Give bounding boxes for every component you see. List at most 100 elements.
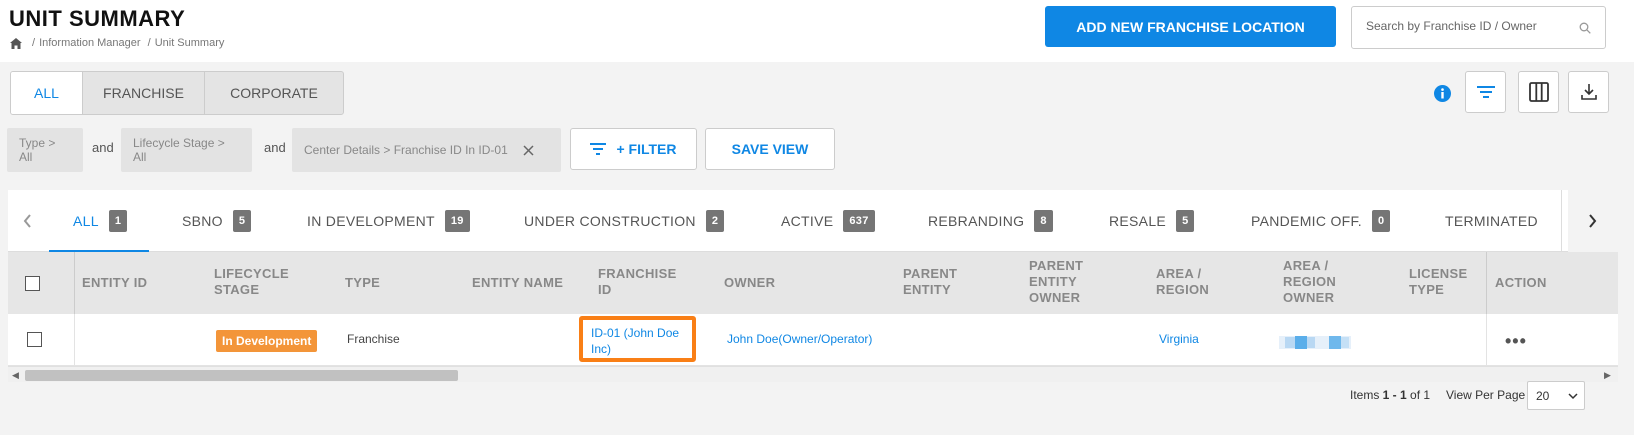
type-cell: Franchise — [347, 332, 400, 346]
franchise-id-link[interactable]: ID-01 (John Doe Inc) — [579, 316, 696, 362]
tab-count: 1 — [108, 210, 128, 232]
info-icon[interactable] — [1434, 85, 1451, 102]
lifecycle-stage-badge: In Development — [216, 330, 318, 352]
tab-terminated[interactable]: TERMINATED — [1445, 190, 1538, 252]
filter-chip-franchise-id-label: Center Details > Franchise ID In ID-01 — [304, 143, 508, 157]
tab-under-construction[interactable]: UNDER CONSTRUCTION 2 — [524, 190, 725, 252]
add-filter-label: + FILTER — [616, 141, 677, 157]
tab-count: 5 — [232, 210, 252, 232]
column-header-area-region-owner[interactable]: AREA / REGION OWNER — [1283, 258, 1353, 306]
filter-chip-lifecycle-stage[interactable]: Lifecycle Stage > All — [121, 128, 252, 172]
table-header: ENTITY ID LIFECYCLE STAGE TYPE ENTITY NA… — [8, 252, 1618, 314]
tab-label: TERMINATED — [1445, 213, 1538, 229]
row-action-menu-button[interactable]: ••• — [1505, 331, 1527, 352]
search-icon[interactable] — [1579, 22, 1591, 34]
breadcrumb-item-information-manager[interactable]: Information Manager — [39, 37, 141, 49]
column-header-entity-name[interactable]: ENTITY NAME — [472, 275, 563, 291]
unit-summary-table: ENTITY ID LIFECYCLE STAGE TYPE ENTITY NA… — [8, 252, 1618, 382]
tab-label: RESALE — [1109, 213, 1167, 229]
segment-corporate[interactable]: CORPORATE — [205, 72, 343, 114]
view-per-page-label: View Per Page — [1446, 388, 1526, 402]
tab-pandemic-off[interactable]: PANDEMIC OFF. 0 — [1251, 190, 1391, 252]
column-header-area-region[interactable]: AREA / REGION — [1156, 266, 1226, 298]
tab-count: 19 — [444, 210, 470, 232]
home-icon[interactable] — [10, 37, 22, 49]
add-new-franchise-location-button[interactable]: ADD NEW FRANCHISE LOCATION — [1045, 6, 1336, 47]
tabs-divider — [1561, 190, 1562, 252]
table-row[interactable]: In Development Franchise ID-01 (John Doe… — [8, 314, 1618, 366]
chevron-right-icon — [1588, 214, 1596, 228]
column-header-parent-entity[interactable]: PARENT ENTITY — [903, 266, 973, 298]
columns-icon — [1528, 82, 1549, 102]
column-header-entity-id[interactable]: ENTITY ID — [82, 275, 147, 291]
column-header-parent-entity-owner[interactable]: PARENT ENTITY OWNER — [1029, 258, 1099, 306]
tab-label: UNDER CONSTRUCTION — [524, 213, 696, 229]
select-all-checkbox[interactable] — [25, 276, 40, 291]
tab-all[interactable]: ALL 1 — [48, 190, 150, 252]
filter-icon — [1476, 86, 1495, 98]
close-icon[interactable] — [523, 144, 534, 156]
breadcrumb: / Information Manager / Unit Summary — [10, 37, 224, 49]
tab-rebranding[interactable]: REBRANDING 8 — [928, 190, 1053, 252]
tab-label: IN DEVELOPMENT — [307, 213, 435, 229]
download-icon — [1580, 84, 1597, 100]
tab-count: 5 — [1176, 210, 1195, 232]
scrollbar-thumb[interactable] — [25, 370, 458, 381]
and-label: and — [92, 140, 114, 155]
view-per-page-select[interactable]: 20 — [1527, 381, 1585, 410]
tab-label: REBRANDING — [928, 213, 1025, 229]
items-prefix: Items — [1350, 388, 1383, 402]
column-header-action: ACTION — [1495, 275, 1547, 290]
area-region-link[interactable]: Virginia — [1159, 332, 1199, 346]
filter-toggle-button[interactable] — [1465, 71, 1506, 113]
columns-button[interactable] — [1518, 71, 1559, 113]
filter-chip-type[interactable]: Type > All — [7, 128, 83, 172]
tab-label: SBNO — [182, 213, 223, 229]
column-divider — [74, 252, 75, 314]
tab-sbno[interactable]: SBNO 5 — [182, 190, 252, 252]
pagination-items-label: Items 1 - 1 of 1 — [1350, 388, 1430, 402]
column-header-type[interactable]: TYPE — [345, 275, 380, 291]
tab-count: 637 — [843, 210, 875, 232]
owner-link[interactable]: John Doe(Owner/Operator) — [727, 332, 872, 346]
column-header-lifecycle-stage[interactable]: LIFECYCLE STAGE — [214, 266, 304, 298]
column-header-franchise-id[interactable]: FRANCHISE ID — [598, 266, 688, 298]
page-title: UNIT SUMMARY — [9, 6, 186, 31]
view-per-page-value: 20 — [1536, 388, 1550, 403]
lifecycle-tabs: ALL 1 SBNO 5 IN DEVELOPMENT 19 UNDER CONSTR… — [8, 190, 1596, 252]
row-checkbox[interactable] — [27, 332, 42, 347]
tab-active[interactable]: ACTIVE 637 — [781, 190, 875, 252]
items-range: 1 - 1 — [1382, 388, 1407, 402]
scroll-right-icon[interactable]: ▶ — [1604, 370, 1611, 381]
column-header-license-type[interactable]: LICENSE TYPE — [1409, 266, 1479, 298]
tabs-scroll-right-button[interactable] — [1573, 190, 1611, 252]
tabs-scroll-left-button[interactable] — [8, 190, 46, 252]
filter-chip-franchise-id[interactable]: Center Details > Franchise ID In ID-01 — [292, 128, 561, 172]
tab-in-development[interactable]: IN DEVELOPMENT 19 — [307, 190, 470, 252]
segment-franchise[interactable]: FRANCHISE — [83, 72, 205, 114]
blurred-area-region-owner — [1279, 336, 1351, 349]
search-box — [1351, 6, 1606, 49]
items-suffix: of 1 — [1406, 388, 1431, 402]
chevron-left-icon — [23, 214, 31, 228]
tab-label: ALL — [73, 213, 99, 229]
column-divider — [1486, 252, 1487, 314]
segment-all[interactable]: ALL — [11, 72, 83, 114]
column-header-owner[interactable]: OWNER — [724, 275, 775, 291]
download-button[interactable] — [1568, 71, 1609, 113]
and-label: and — [264, 140, 286, 155]
save-view-button[interactable]: SAVE VIEW — [705, 128, 835, 170]
page-header: UNIT SUMMARY / Information Manager / Unit … — [0, 0, 1634, 62]
filter-icon — [590, 143, 607, 155]
tab-label: PANDEMIC OFF. — [1251, 213, 1362, 229]
horizontal-scrollbar[interactable]: ◀ ▶ — [8, 366, 1618, 382]
search-input[interactable] — [1366, 19, 1566, 33]
scroll-left-icon[interactable]: ◀ — [12, 370, 19, 381]
add-filter-button[interactable]: + FILTER — [570, 128, 697, 170]
tab-resale[interactable]: RESALE 5 — [1109, 190, 1195, 252]
tab-count: 8 — [1034, 210, 1053, 232]
entity-type-segmented-control: ALL FRANCHISE CORPORATE — [10, 71, 344, 115]
chevron-down-icon — [1568, 393, 1578, 400]
column-divider — [74, 314, 75, 366]
tab-label: ACTIVE — [781, 213, 834, 229]
